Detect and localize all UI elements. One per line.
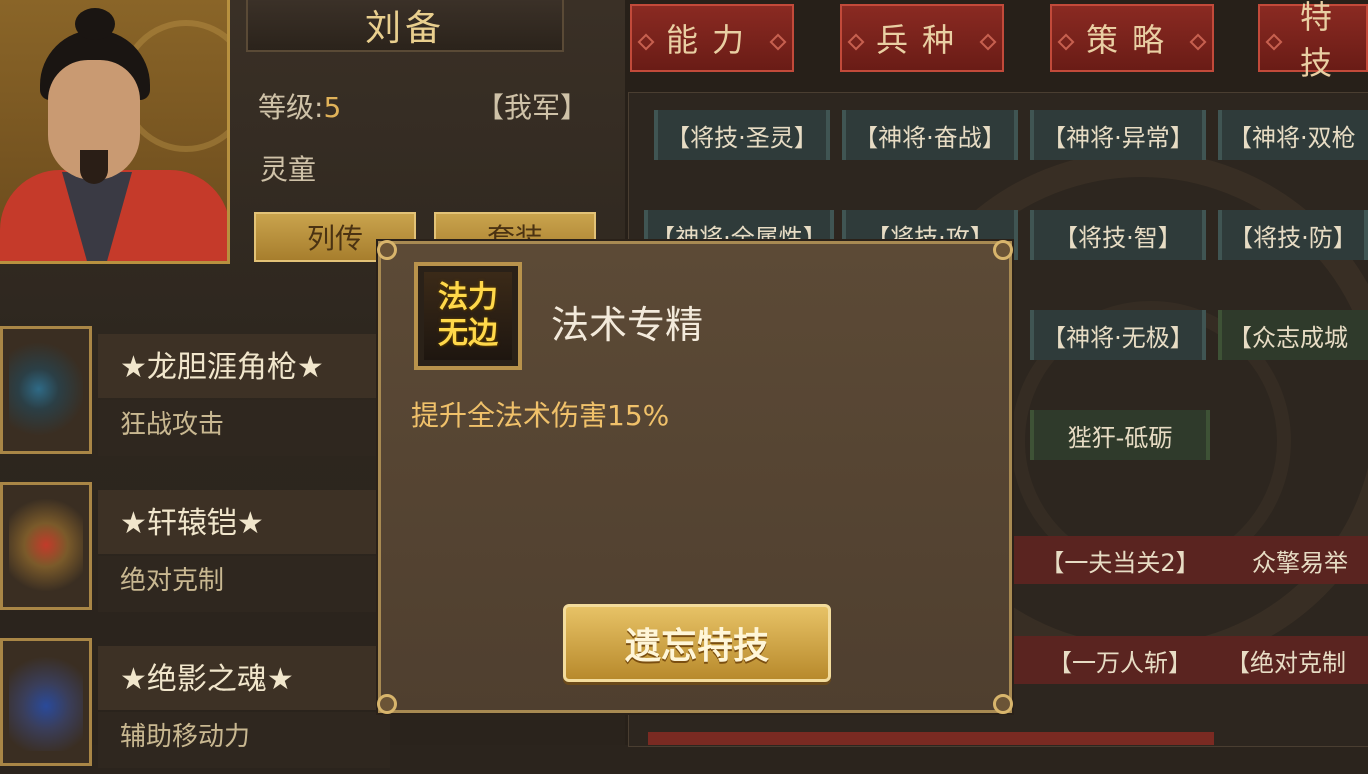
skill-name: 法术专精 bbox=[551, 303, 704, 347]
corner-ornament-icon bbox=[993, 240, 1013, 260]
tab-troop-type[interactable]: 兵种 bbox=[840, 4, 1004, 72]
skill-chip[interactable]: 【神将·无极】 bbox=[1030, 310, 1206, 360]
skill-chip[interactable]: 【将技·防】 bbox=[1218, 210, 1368, 260]
faction-label: 【我军】 bbox=[476, 91, 589, 124]
skill-chip[interactable]: 【神将·奋战】 bbox=[842, 110, 1018, 160]
portrait-beard bbox=[80, 150, 108, 184]
skill-chip[interactable]: 众擎易举 bbox=[1232, 536, 1368, 584]
equipment-effect: 辅助移动力 bbox=[120, 722, 251, 752]
hero-portrait[interactable] bbox=[0, 0, 230, 264]
equipment-slot-mount[interactable]: ★绝影之魂★ 辅助移动力 bbox=[0, 638, 390, 774]
weapon-frame bbox=[0, 326, 92, 454]
equipment-name: ★龙胆涯角枪★ bbox=[120, 350, 324, 385]
corner-ornament-icon bbox=[377, 240, 397, 260]
skill-icon-text-2: 无边 bbox=[438, 316, 498, 351]
skill-description: 提升全法术伤害15% bbox=[411, 399, 670, 432]
tab-ornament-icon bbox=[1265, 33, 1283, 51]
bottom-red-strip bbox=[648, 732, 1214, 745]
tab-ornament-icon bbox=[1189, 33, 1207, 51]
skill-icon-text-1: 法力 bbox=[438, 280, 498, 315]
tab-label: 能力 bbox=[665, 21, 758, 59]
skill-chip[interactable]: 【神将·双枪 bbox=[1218, 110, 1368, 160]
tab-ornament-icon bbox=[769, 33, 787, 51]
skill-detail-popup: 法力 无边 法术专精 提升全法术伤害15% 遗忘特技 bbox=[377, 240, 1013, 714]
level-row: 等级:5 bbox=[258, 86, 341, 126]
tab-ornament-icon bbox=[847, 33, 865, 51]
equipment-name: ★绝影之魂★ bbox=[120, 662, 294, 697]
skill-badge-icon: 法力 无边 bbox=[414, 262, 522, 370]
level-value: 5 bbox=[323, 91, 342, 124]
hero-name: 刘备 bbox=[364, 8, 445, 49]
skill-chip[interactable]: 【众志成城 bbox=[1218, 310, 1368, 360]
tab-ornament-icon bbox=[637, 33, 655, 51]
armor-frame bbox=[0, 482, 92, 610]
tab-label: 特技 bbox=[1300, 0, 1347, 82]
tab-label: 兵种 bbox=[875, 21, 968, 59]
forget-skill-button[interactable]: 遗忘特技 bbox=[563, 604, 831, 682]
skill-chip[interactable]: 【神将·异常】 bbox=[1030, 110, 1206, 160]
horse-icon bbox=[9, 651, 83, 751]
tab-special-skill[interactable]: 特技 bbox=[1258, 0, 1368, 82]
tab-label: 策略 bbox=[1085, 21, 1178, 59]
skill-chip[interactable]: 【一万人斩】 bbox=[1030, 636, 1210, 684]
mount-frame bbox=[0, 638, 92, 766]
skill-chip[interactable]: 【绝对克制 bbox=[1222, 636, 1368, 684]
level-label: 等级: bbox=[258, 91, 324, 124]
skill-chip[interactable]: 【将技·智】 bbox=[1030, 210, 1206, 260]
tab-ability[interactable]: 能力 bbox=[630, 4, 794, 72]
tab-ornament-icon bbox=[979, 33, 997, 51]
skill-chip[interactable]: 【将技·圣灵】 bbox=[654, 110, 830, 160]
equipment-effect: 狂战攻击 bbox=[120, 410, 225, 440]
equipment-slot-weapon[interactable]: ★龙胆涯角枪★ 狂战攻击 bbox=[0, 326, 390, 462]
skill-chip[interactable]: 【一夫当关2】 bbox=[1030, 536, 1210, 584]
tab-ornament-icon bbox=[1057, 33, 1075, 51]
equipment-effect: 绝对克制 bbox=[120, 566, 225, 596]
skill-chip[interactable]: 狴犴-砥砺 bbox=[1030, 410, 1210, 460]
equipment-name: ★轩辕铠★ bbox=[120, 506, 264, 541]
hero-name-banner: 刘备 bbox=[246, 0, 564, 52]
tab-strategy[interactable]: 策略 bbox=[1050, 4, 1214, 72]
spear-icon bbox=[9, 339, 83, 439]
corner-ornament-icon bbox=[377, 694, 397, 714]
equipment-slot-armor[interactable]: ★轩辕铠★ 绝对克制 bbox=[0, 482, 390, 618]
portrait-hair-bun bbox=[75, 8, 115, 40]
corner-ornament-icon bbox=[993, 694, 1013, 714]
armor-icon bbox=[9, 495, 83, 595]
hero-class: 灵童 bbox=[260, 153, 317, 186]
